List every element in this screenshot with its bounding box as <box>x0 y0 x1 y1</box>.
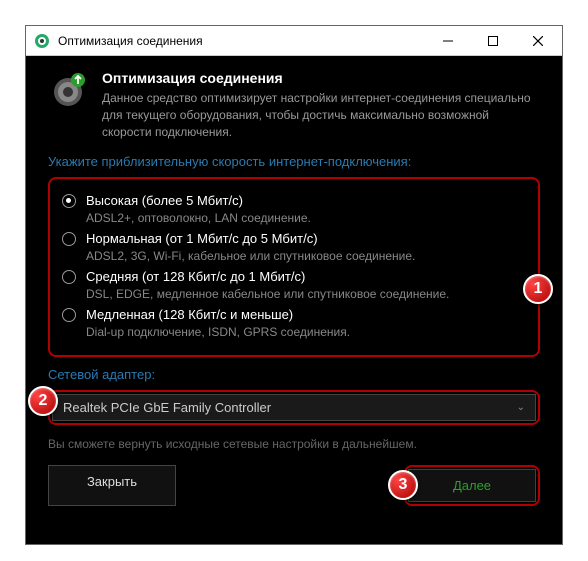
chevron-down-icon: ⌄ <box>517 402 525 413</box>
radio-icon <box>62 308 76 322</box>
adapter-section-label: Сетевой адаптер: <box>48 367 540 382</box>
header-text: Оптимизация соединения Данное средство о… <box>102 70 540 140</box>
adapter-value: Realtek PCIe GbE Family Controller <box>63 400 271 415</box>
dialog-window: Оптимизация соединения <box>25 25 563 545</box>
radio-sublabel: ADSL2+, оптоволокно, LAN соединение. <box>86 211 526 225</box>
optimization-icon <box>48 70 88 110</box>
close-dialog-button[interactable]: Закрыть <box>48 465 176 506</box>
callout-1: 1 <box>523 274 553 304</box>
close-button[interactable] <box>515 27 560 55</box>
footer-buttons: Закрыть 3 Далее <box>48 465 540 506</box>
next-button-group: 3 Далее <box>404 465 540 506</box>
radio-sublabel: ADSL2, 3G, Wi-Fi, кабельное или спутнико… <box>86 249 526 263</box>
radio-option-slow[interactable]: Медленная (128 Кбит/с и меньше) <box>62 307 526 322</box>
radio-option-high[interactable]: Высокая (более 5 Мбит/с) <box>62 193 526 208</box>
window-controls <box>425 27 560 55</box>
next-button[interactable]: Далее <box>408 469 536 502</box>
radio-label: Медленная (128 Кбит/с и меньше) <box>86 307 293 322</box>
app-icon <box>34 33 50 49</box>
speed-section-label: Укажите приблизительную скорость интерне… <box>48 154 540 169</box>
radio-icon <box>62 232 76 246</box>
radio-label: Высокая (более 5 Мбит/с) <box>86 193 243 208</box>
minimize-button[interactable] <box>425 27 470 55</box>
titlebar: Оптимизация соединения <box>26 26 562 56</box>
header-title: Оптимизация соединения <box>102 70 540 86</box>
radio-icon <box>62 194 76 208</box>
radio-label: Нормальная (от 1 Мбит/с до 5 Мбит/с) <box>86 231 318 246</box>
window-title: Оптимизация соединения <box>58 34 425 48</box>
adapter-dropdown[interactable]: Realtek PCIe GbE Family Controller ⌄ <box>52 394 536 421</box>
maximize-button[interactable] <box>470 27 515 55</box>
radio-label: Средняя (от 128 Кбит/с до 1 Мбит/с) <box>86 269 305 284</box>
radio-sublabel: Dial-up подключение, ISDN, GPRS соединен… <box>86 325 526 339</box>
hint-text: Вы сможете вернуть исходные сетевые наст… <box>48 437 540 451</box>
radio-sublabel: DSL, EDGE, медленное кабельное или спутн… <box>86 287 526 301</box>
header-description: Данное средство оптимизирует настройки и… <box>102 90 540 140</box>
radio-option-medium[interactable]: Средняя (от 128 Кбит/с до 1 Мбит/с) <box>62 269 526 284</box>
dialog-content: Оптимизация соединения Данное средство о… <box>26 56 562 506</box>
radio-option-normal[interactable]: Нормальная (от 1 Мбит/с до 5 Мбит/с) <box>62 231 526 246</box>
radio-icon <box>62 270 76 284</box>
header: Оптимизация соединения Данное средство о… <box>48 70 540 140</box>
adapter-dropdown-group: 2 Realtek PCIe GbE Family Controller ⌄ <box>48 390 540 425</box>
speed-options-group: 1 Высокая (более 5 Мбит/с) ADSL2+, оптов… <box>48 177 540 357</box>
